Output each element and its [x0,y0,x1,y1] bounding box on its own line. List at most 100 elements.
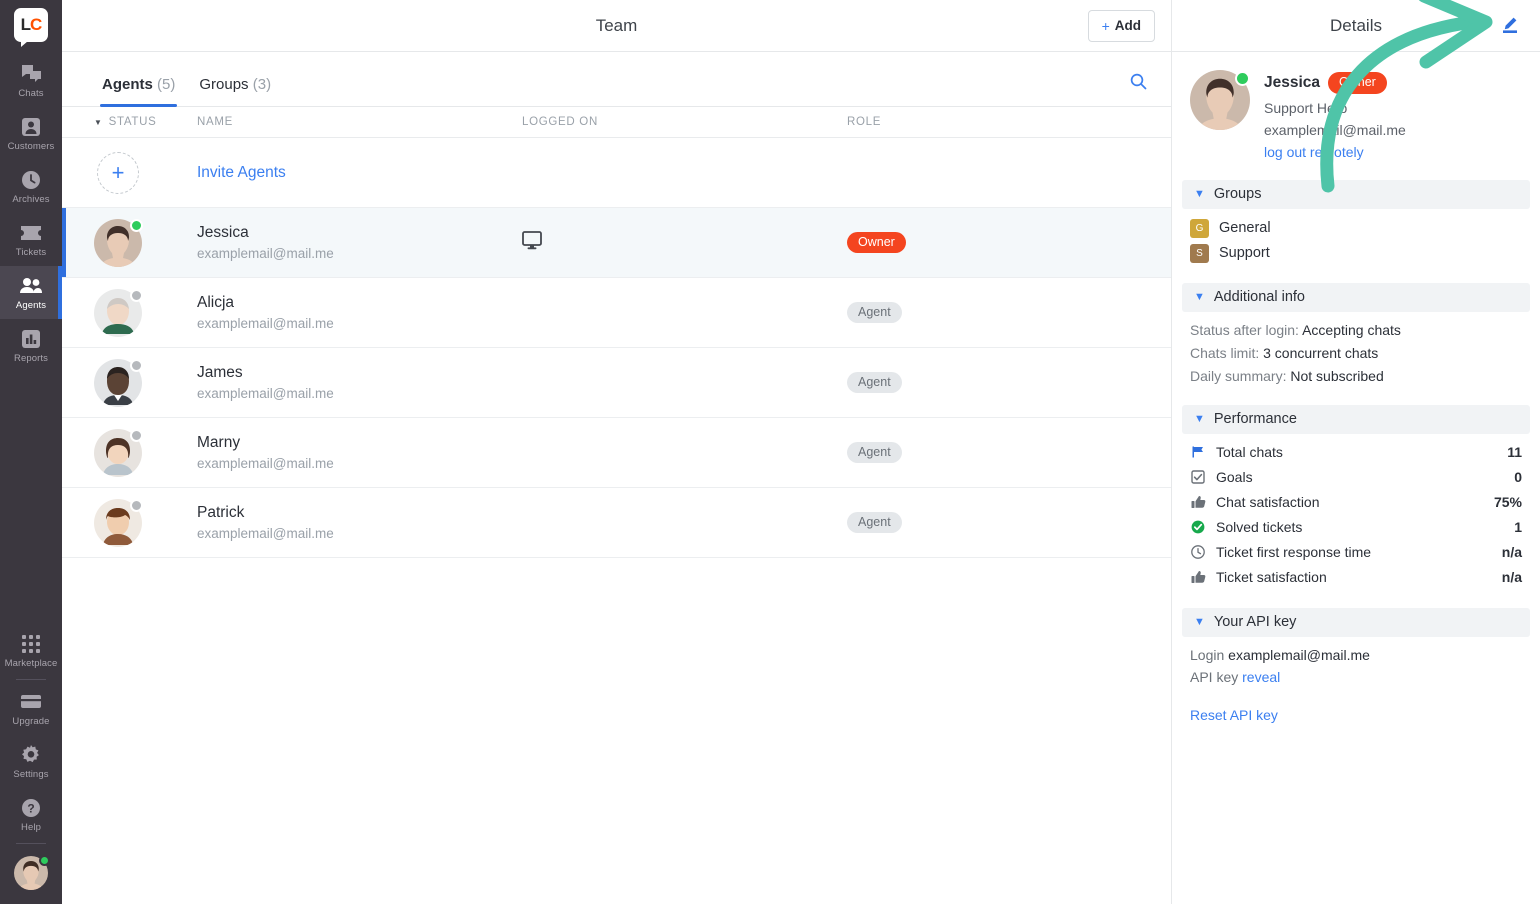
sidebar-item-reports[interactable]: Reports [0,319,62,372]
agent-name: Patrick [197,504,245,521]
column-header-status[interactable]: ▼ STATUS [62,116,197,128]
api-login-row: Login examplemail@mail.me [1190,647,1522,663]
info-key: Status after login: [1190,321,1299,338]
api-login-label: Login [1190,646,1225,663]
performance-value: n/a [1501,543,1522,560]
invite-agents-link[interactable]: Invite Agents [197,164,286,181]
sidebar-item-chats[interactable]: Chats [0,54,62,107]
chevron-down-icon: ▼ [1194,187,1205,200]
sort-caret-icon: ▼ [94,117,103,127]
sidebar-label-archives: Archives [12,193,50,205]
section-title-additional-info: Additional info [1213,289,1305,305]
row-status-cell [62,288,197,337]
performance-row: Solved tickets 1 [1190,519,1522,535]
table-row[interactable]: Jessica examplemail@mail.me Owner [62,208,1171,278]
list-item[interactable]: G General [1190,218,1522,238]
row-logged-on-cell [522,230,847,255]
api-key-row: API key reveal [1190,669,1522,685]
row-name-cell: James examplemail@mail.me [197,364,522,401]
agent-name: Marny [197,434,241,451]
sidebar-item-marketplace[interactable]: Marketplace [0,624,62,677]
logo-letter-c: C [30,15,42,34]
add-button[interactable]: + Add [1087,9,1155,42]
details-panel: Details Jessica Owner Support Hero examp… [1172,0,1540,904]
chevron-down-icon: ▼ [1194,412,1205,425]
performance-value: 11 [1507,443,1522,460]
performance-label: Solved tickets [1216,518,1303,535]
performance-label: Chat satisfaction [1216,493,1320,510]
row-name-cell: Patrick examplemail@mail.me [197,504,522,541]
section-header-performance[interactable]: ▼ Performance [1182,404,1530,434]
account-status-dot [39,855,50,866]
agent-email: examplemail@mail.me [197,526,334,541]
search-icon [1130,73,1147,93]
main-header: Team + Add [62,0,1171,52]
api-login-value: examplemail@mail.me [1228,646,1370,663]
profile-card: Jessica Owner Support Hero examplemail@m… [1172,52,1540,170]
gear-icon [21,744,41,766]
group-badge-icon: G [1190,218,1209,238]
app-root: LC Chats Customers Archives Tickets Agen… [0,0,1540,904]
tab-bar: Agents (5) Groups (3) [62,52,1171,107]
section-body-additional-info: Status after login: Accepting chats Chat… [1172,312,1540,395]
sidebar-divider-1 [16,679,46,680]
invite-agents-row[interactable]: + Invite Agents [62,138,1171,208]
logo-letter-l: L [20,15,31,34]
sidebar-label-reports: Reports [14,352,48,364]
row-role-cell: Agent [847,441,1171,464]
table-row[interactable]: Marny examplemail@mail.me Agent [62,418,1171,488]
logout-remotely-link[interactable]: log out remotely [1264,144,1406,160]
status-badge: Agent [847,371,902,394]
profile-email: examplemail@mail.me [1264,121,1406,138]
avatar [94,218,143,267]
tab-agents[interactable]: Agents (5) [90,76,187,107]
marketplace-icon [22,633,40,655]
edit-button[interactable] [1496,12,1524,40]
group-badge-icon: S [1190,243,1209,263]
sidebar-label-customers: Customers [7,140,55,152]
status-badge: Agent [847,511,902,534]
table-row[interactable]: James examplemail@mail.me Agent [62,348,1171,418]
avatar [94,288,143,337]
svg-text:?: ? [27,801,34,815]
livechat-logo[interactable]: LC [14,8,48,47]
sidebar-item-tickets[interactable]: Tickets [0,213,62,266]
performance-row: Ticket satisfaction n/a [1190,569,1522,585]
sidebar-item-settings[interactable]: Settings [0,735,62,788]
sidebar-item-agents[interactable]: Agents [0,266,62,319]
table-row[interactable]: Patrick examplemail@mail.me Agent [62,488,1171,558]
invite-plus-icon[interactable]: + [97,151,139,194]
reset-api-key-link[interactable]: Reset API key [1190,707,1278,723]
section-header-groups[interactable]: ▼ Groups [1182,179,1530,209]
sidebar-label-help: Help [21,821,41,833]
details-body: Jessica Owner Support Hero examplemail@m… [1172,52,1540,904]
clock-icon [1190,544,1206,559]
flag-icon [1190,445,1206,459]
sidebar-item-archives[interactable]: Archives [0,160,62,213]
plus-icon: + [1101,17,1110,34]
status-dot-online [1235,71,1250,86]
row-role-cell: Agent [847,371,1171,394]
performance-row: Total chats 11 [1190,444,1522,460]
column-header-status-label: STATUS [108,116,157,128]
reveal-api-key-link[interactable]: reveal [1242,669,1280,685]
tab-groups-count: (3) [252,76,272,93]
list-item[interactable]: S Support [1190,243,1522,263]
avatar [94,358,143,407]
avatar [94,428,143,477]
sidebar-item-help[interactable]: ? Help [0,788,62,841]
sidebar-item-customers[interactable]: Customers [0,107,62,160]
profile-name: Jessica [1264,73,1321,91]
invite-plus-glyph: + [111,159,125,185]
search-button[interactable] [1123,68,1153,98]
table-row[interactable]: Alicja examplemail@mail.me Agent [62,278,1171,348]
section-header-additional-info[interactable]: ▼ Additional info [1182,282,1530,312]
account-avatar[interactable] [14,855,50,890]
row-name-cell: Alicja examplemail@mail.me [197,294,522,331]
upgrade-icon [20,691,42,713]
sidebar-label-chats: Chats [18,87,44,99]
tab-groups[interactable]: Groups (3) [187,76,283,106]
sidebar-item-upgrade[interactable]: Upgrade [0,682,62,735]
section-header-api-key[interactable]: ▼ Your API key [1182,607,1530,637]
row-name-cell: Jessica examplemail@mail.me [197,224,522,261]
